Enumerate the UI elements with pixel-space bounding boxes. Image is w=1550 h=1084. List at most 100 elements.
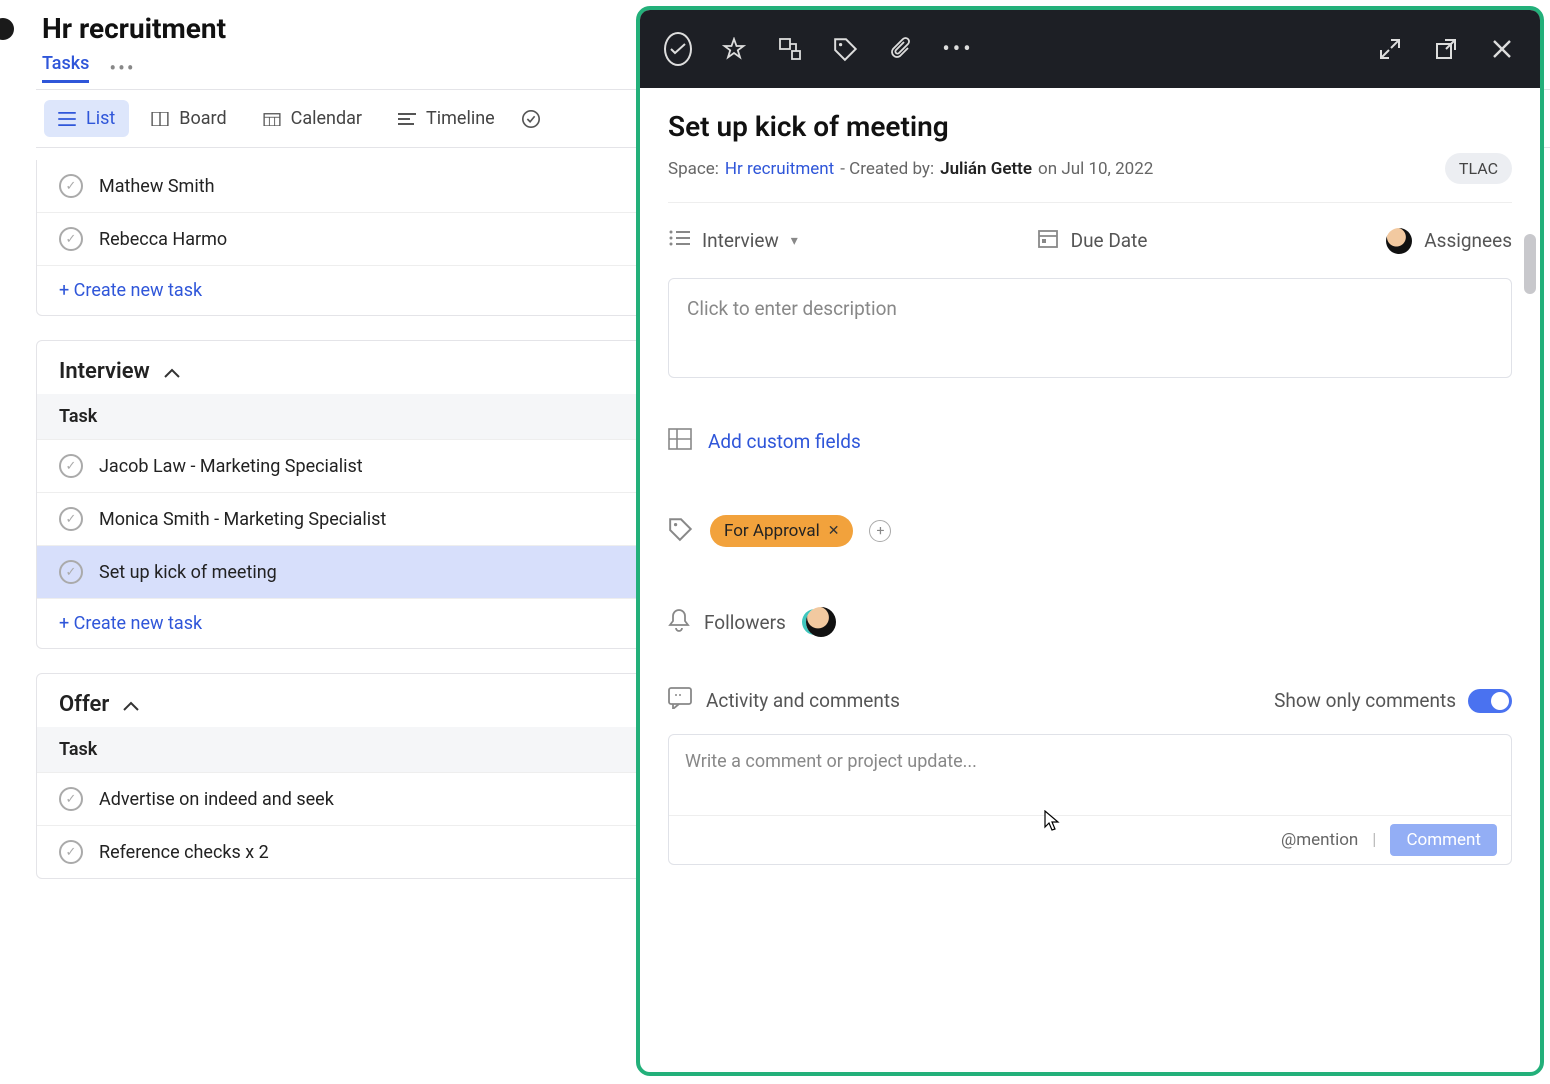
section-title: Interview xyxy=(59,359,150,384)
expand-icon[interactable] xyxy=(1376,35,1404,63)
tag-icon[interactable] xyxy=(832,35,860,63)
check-icon[interactable]: ✓ xyxy=(59,560,83,584)
tag-icon xyxy=(668,516,694,546)
space-link[interactable]: Hr recruitment xyxy=(725,159,834,179)
task-row[interactable]: ✓ Advertise on indeed and seek xyxy=(37,772,675,825)
divider: | xyxy=(1372,830,1376,850)
task-title: Mathew Smith xyxy=(99,176,215,197)
list-icon xyxy=(668,229,690,252)
follower-avatar[interactable] xyxy=(806,607,836,637)
section-offer: Offer Task ✓ Advertise on indeed and see… xyxy=(36,673,676,879)
task-row[interactable]: ✓ Reference checks x 2 xyxy=(37,825,675,878)
view-timeline[interactable]: Timeline xyxy=(384,100,509,137)
assignees-selector[interactable]: Assignees xyxy=(1386,228,1512,254)
section-header[interactable]: Interview xyxy=(37,341,675,394)
tag-chip[interactable]: For Approval ✕ xyxy=(710,515,853,547)
section-interview: Interview Task ✓ Jacob Law - Marketing S… xyxy=(36,340,676,649)
column-header: Task xyxy=(37,727,675,772)
created-prefix: - Created by: xyxy=(840,159,934,179)
description-input[interactable]: Click to enter description xyxy=(668,278,1512,378)
view-calendar[interactable]: Calendar xyxy=(249,100,376,137)
tag-remove-icon[interactable]: ✕ xyxy=(828,523,840,539)
more-icon[interactable]: ••• xyxy=(944,35,972,63)
star-icon[interactable] xyxy=(720,35,748,63)
bell-icon xyxy=(668,608,690,637)
create-task-button[interactable]: + Create new task xyxy=(37,598,675,648)
check-icon[interactable]: ✓ xyxy=(59,174,83,198)
view-board-label: Board xyxy=(179,108,226,129)
task-row[interactable]: ✓ Mathew Smith xyxy=(37,160,675,212)
section-title: Offer xyxy=(59,692,109,717)
check-icon[interactable]: ✓ xyxy=(59,840,83,864)
close-icon[interactable] xyxy=(1488,35,1516,63)
task-row-selected[interactable]: ✓ Set up kick of meeting xyxy=(37,545,675,598)
column-header: Task xyxy=(37,394,675,439)
add-custom-fields-link[interactable]: Add custom fields xyxy=(708,430,861,453)
check-icon[interactable]: ✓ xyxy=(59,787,83,811)
tab-tasks[interactable]: Tasks xyxy=(42,53,89,83)
cursor-icon xyxy=(1044,810,1060,832)
due-label: Due Date xyxy=(1071,229,1148,252)
chevron-up-icon[interactable] xyxy=(123,692,139,717)
task-title: Jacob Law - Marketing Specialist xyxy=(99,456,363,477)
workspace-avatar[interactable] xyxy=(0,18,14,40)
created-on: on Jul 10, 2022 xyxy=(1038,159,1153,179)
status-value: Interview xyxy=(702,229,779,252)
section-header[interactable]: Offer xyxy=(37,674,675,727)
space-label: Space: xyxy=(668,159,719,179)
view-calendar-label: Calendar xyxy=(291,108,362,129)
chevron-down-icon: ▾ xyxy=(791,233,798,249)
created-by: Julián Gette xyxy=(940,159,1032,179)
task-title[interactable]: Set up kick of meeting xyxy=(668,110,1512,143)
view-board[interactable]: Board xyxy=(137,100,240,137)
tabs-more-icon[interactable]: ••• xyxy=(109,56,135,80)
show-only-label: Show only comments xyxy=(1274,689,1456,712)
create-task-button[interactable]: + Create new task xyxy=(37,265,675,315)
followers-label: Followers xyxy=(704,611,786,634)
view-more-hidden[interactable] xyxy=(517,101,555,137)
calendar-icon xyxy=(263,112,281,126)
tag-label: For Approval xyxy=(724,521,820,541)
assignee-avatar xyxy=(1386,228,1412,254)
board-icon xyxy=(151,112,169,126)
task-title: Advertise on indeed and seek xyxy=(99,789,334,810)
task-row[interactable]: ✓ Rebecca Harmo xyxy=(37,212,675,265)
activity-label: Activity and comments xyxy=(706,689,900,712)
grid-icon xyxy=(668,428,692,455)
check-icon[interactable]: ✓ xyxy=(59,454,83,478)
complete-task-button[interactable] xyxy=(664,35,692,63)
task-title: Set up kick of meeting xyxy=(99,562,277,583)
badge[interactable]: TLAC xyxy=(1445,153,1512,184)
due-date-selector[interactable]: Due Date xyxy=(1037,227,1148,254)
view-timeline-label: Timeline xyxy=(426,108,495,129)
check-icon[interactable]: ✓ xyxy=(59,227,83,251)
task-row[interactable]: ✓ Monica Smith - Marketing Specialist xyxy=(37,492,675,545)
assignees-label: Assignees xyxy=(1424,229,1512,252)
timeline-icon xyxy=(398,112,416,126)
task-detail-panel: ••• Set up kick of meeting Space: Hr rec… xyxy=(636,6,1544,1076)
subtask-icon[interactable] xyxy=(776,35,804,63)
comment-box: Write a comment or project update... @me… xyxy=(668,734,1512,865)
comment-button[interactable]: Comment xyxy=(1390,824,1497,856)
chevron-up-icon[interactable] xyxy=(164,359,180,384)
mention-button[interactable]: @mention xyxy=(1281,830,1358,850)
comment-input[interactable]: Write a comment or project update... xyxy=(669,735,1511,815)
task-title: Reference checks x 2 xyxy=(99,842,269,863)
task-row[interactable]: ✓ Jacob Law - Marketing Specialist xyxy=(37,439,675,492)
panel-toolbar: ••• xyxy=(640,10,1540,88)
view-list-label: List xyxy=(86,108,115,129)
view-list[interactable]: List xyxy=(44,100,129,137)
task-title: Rebecca Harmo xyxy=(99,229,227,250)
section-top: ✓ Mathew Smith ✓ Rebecca Harmo + Create … xyxy=(36,160,676,316)
show-only-toggle[interactable] xyxy=(1468,689,1512,713)
add-tag-button[interactable]: + xyxy=(869,520,891,542)
status-selector[interactable]: Interview ▾ xyxy=(668,229,798,252)
task-title: Monica Smith - Marketing Specialist xyxy=(99,509,386,530)
list-icon xyxy=(58,112,76,126)
attachment-icon[interactable] xyxy=(888,35,916,63)
comment-icon xyxy=(668,687,692,714)
calendar-icon xyxy=(1037,227,1059,254)
open-external-icon[interactable] xyxy=(1432,35,1460,63)
scrollbar-thumb[interactable] xyxy=(1524,234,1536,294)
check-icon[interactable]: ✓ xyxy=(59,507,83,531)
